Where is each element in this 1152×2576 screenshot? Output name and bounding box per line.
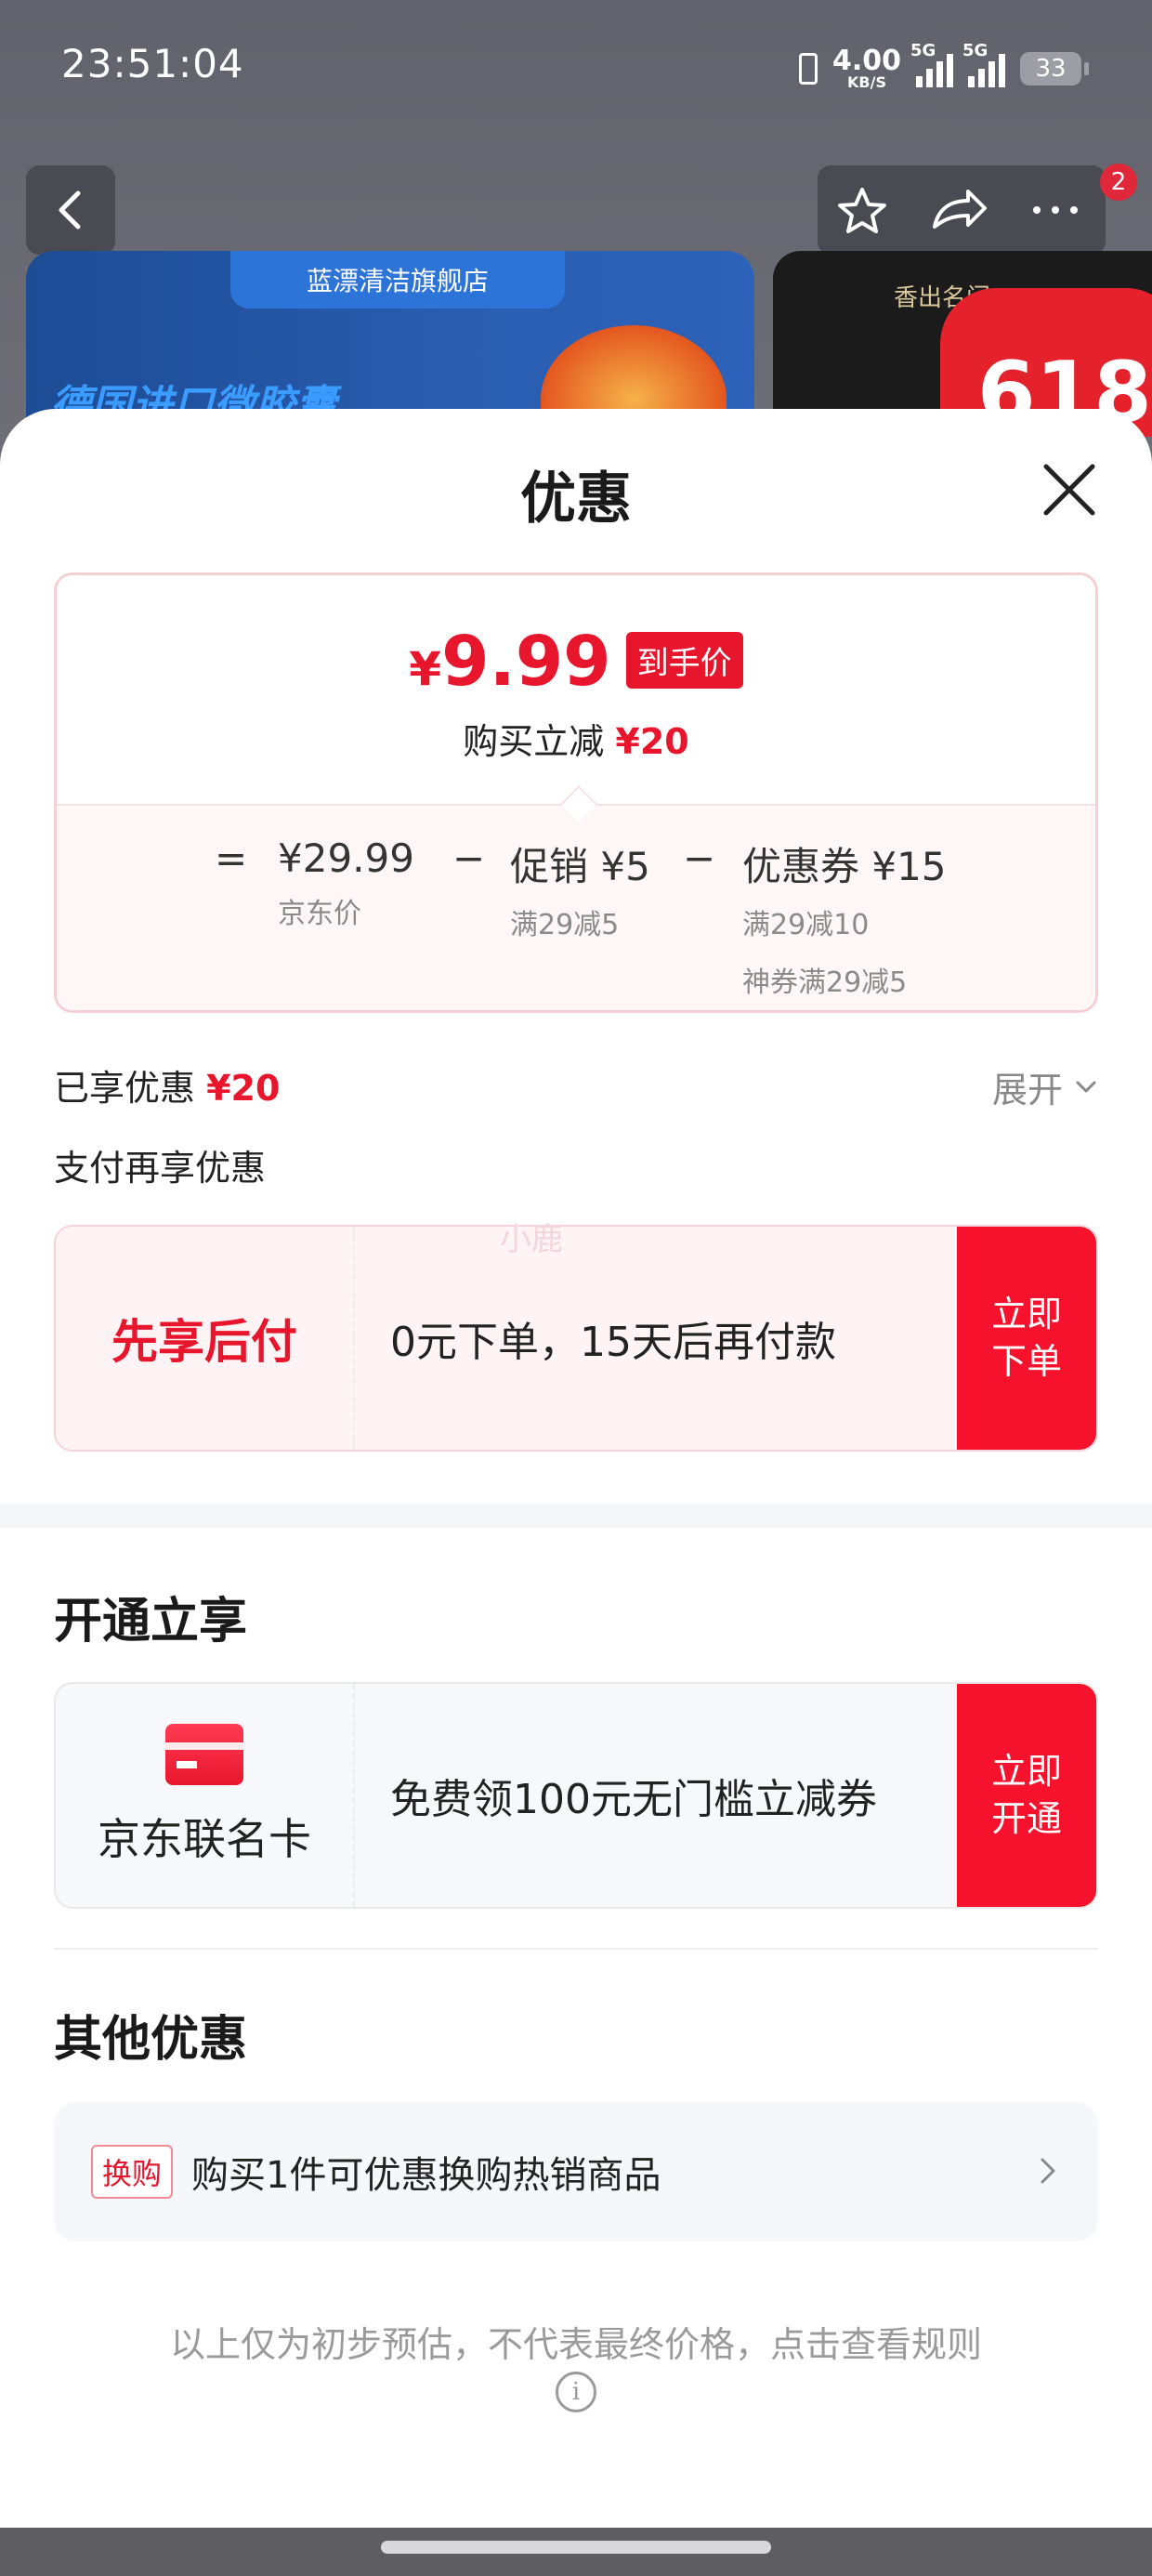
final-price-value: 9.99 xyxy=(441,622,611,702)
minus-sign: − xyxy=(683,835,716,881)
chevron-down-icon xyxy=(1076,1081,1096,1092)
status-icons: 4.00 KB/S 5G 5G 33 xyxy=(798,41,1089,97)
credit-card-icon xyxy=(165,1724,243,1785)
promo-value: 促销 ¥5 xyxy=(510,844,650,889)
joint-card-offer[interactable]: 京东联名卡 免费领100元无门槛立减券 立即 开通 xyxy=(54,1682,1098,1909)
battery-icon: 33 xyxy=(1020,52,1089,85)
status-time: 23:51:04 xyxy=(61,41,244,86)
signal-label: 5G xyxy=(910,41,936,60)
network-speed: 4.00 KB/S xyxy=(832,47,901,90)
signal-label: 5G xyxy=(962,41,988,60)
enjoyed-amount: ¥20 xyxy=(206,1068,281,1109)
instant-reduction: 购买立减 ¥20 xyxy=(57,713,1095,764)
price-card: ¥ 9.99 到手价 购买立减 ¥20 = ¥29.99 京东价 − 促销 ¥5… xyxy=(54,572,1098,1013)
home-indicator[interactable] xyxy=(381,2541,771,2554)
exchange-tag: 换购 xyxy=(91,2145,174,2199)
share-icon[interactable] xyxy=(922,165,996,255)
pay-later-name: 先享后付 xyxy=(56,1227,355,1450)
star-icon[interactable] xyxy=(825,165,899,255)
promo-discount: 促销 ¥5 满29减5 xyxy=(510,835,650,942)
network-speed-value: 4.00 xyxy=(831,45,901,77)
coupon-rule: 满29减10 xyxy=(742,909,870,941)
divider xyxy=(54,1948,1098,1950)
jd-price: ¥29.99 京东价 xyxy=(278,835,414,931)
pay-later-desc: 0元下单，15天后再付款 xyxy=(390,1319,836,1366)
pay-more-label: 支付再享优惠 xyxy=(54,1148,267,1189)
joint-card-info: 京东联名卡 xyxy=(56,1684,355,1907)
enjoyed-label: 已享优惠 xyxy=(54,1068,196,1109)
exchange-offer-row[interactable]: 换购 购买1件可优惠换购热销商品 xyxy=(54,2102,1098,2241)
sheet-title: 优惠 xyxy=(520,467,632,532)
currency-symbol: ¥ xyxy=(409,642,442,696)
chevron-right-icon xyxy=(1041,2158,1055,2184)
signal-icon: 5G xyxy=(910,41,953,87)
notification-badge: 2 xyxy=(1100,164,1137,201)
promo-rule: 满29减5 xyxy=(510,909,620,941)
price-summary: ¥ 9.99 到手价 购买立减 ¥20 xyxy=(57,575,1095,804)
expand-label: 展开 xyxy=(991,1070,1063,1111)
equals-sign: = xyxy=(215,835,248,881)
expand-button[interactable]: 展开 xyxy=(992,1061,1100,1112)
final-price: ¥ 9.99 到手价 xyxy=(57,622,1095,702)
status-bar: 23:51:04 4.00 KB/S 5G 5G 33 xyxy=(0,0,1152,139)
reduction-label: 购买立减 xyxy=(463,721,605,762)
minus-sign: − xyxy=(452,835,486,881)
info-icon[interactable]: i xyxy=(556,2372,596,2412)
top-action-bar xyxy=(818,165,1106,255)
open-now-button[interactable]: 立即 开通 xyxy=(957,1684,1096,1907)
vibrate-icon xyxy=(798,53,818,85)
discount-sheet: 优惠 ¥ 9.99 到手价 购买立减 ¥20 = ¥29.99 京东价 − 促销… xyxy=(0,409,1152,2528)
store-name: 蓝漂清洁旗舰店 xyxy=(230,251,565,309)
exchange-offer-text: 购买1件可优惠换购热销商品 xyxy=(191,2154,661,2197)
other-section-title: 其他优惠 xyxy=(54,2012,248,2068)
coupon-value: 优惠券 ¥15 xyxy=(742,844,947,889)
pay-later-card[interactable]: 先享后付 0元下单，15天后再付款 立即 下单 xyxy=(54,1225,1098,1452)
back-button[interactable] xyxy=(26,165,115,255)
signal-icon: 5G xyxy=(962,41,1005,87)
jd-price-value: ¥29.99 xyxy=(278,835,414,881)
section-divider xyxy=(0,1504,1152,1528)
joint-card-desc: 免费领100元无门槛立减券 xyxy=(390,1776,877,1823)
final-price-tag: 到手价 xyxy=(625,632,743,689)
back-arrow-icon xyxy=(59,191,81,230)
enjoyed-discount: 已享优惠 ¥20 xyxy=(54,1059,280,1111)
disclaimer-link[interactable]: 以上仅为初步预估，不代表最终价格，点击查看规则 xyxy=(0,2316,1152,2367)
price-breakdown: = ¥29.99 京东价 − 促销 ¥5 满29减5 − 优惠券 ¥15 满29… xyxy=(57,804,1095,1010)
order-now-button[interactable]: 立即 下单 xyxy=(957,1227,1096,1450)
close-icon xyxy=(1043,464,1095,516)
network-speed-unit: KB/S xyxy=(847,73,886,91)
close-button[interactable] xyxy=(1037,457,1102,522)
coupon-discount: 优惠券 ¥15 满29减10 神券满29减5 xyxy=(742,835,947,1000)
reduction-amount: ¥20 xyxy=(615,721,689,762)
jd-price-label: 京东价 xyxy=(278,898,361,930)
coupon-rule-extra: 神券满29减5 xyxy=(742,966,908,999)
watermark: 小鹿 xyxy=(500,1221,563,1258)
open-section-title: 开通立享 xyxy=(54,1594,248,1649)
joint-card-name: 京东联名卡 xyxy=(98,1814,311,1864)
more-icon[interactable] xyxy=(1018,165,1093,255)
